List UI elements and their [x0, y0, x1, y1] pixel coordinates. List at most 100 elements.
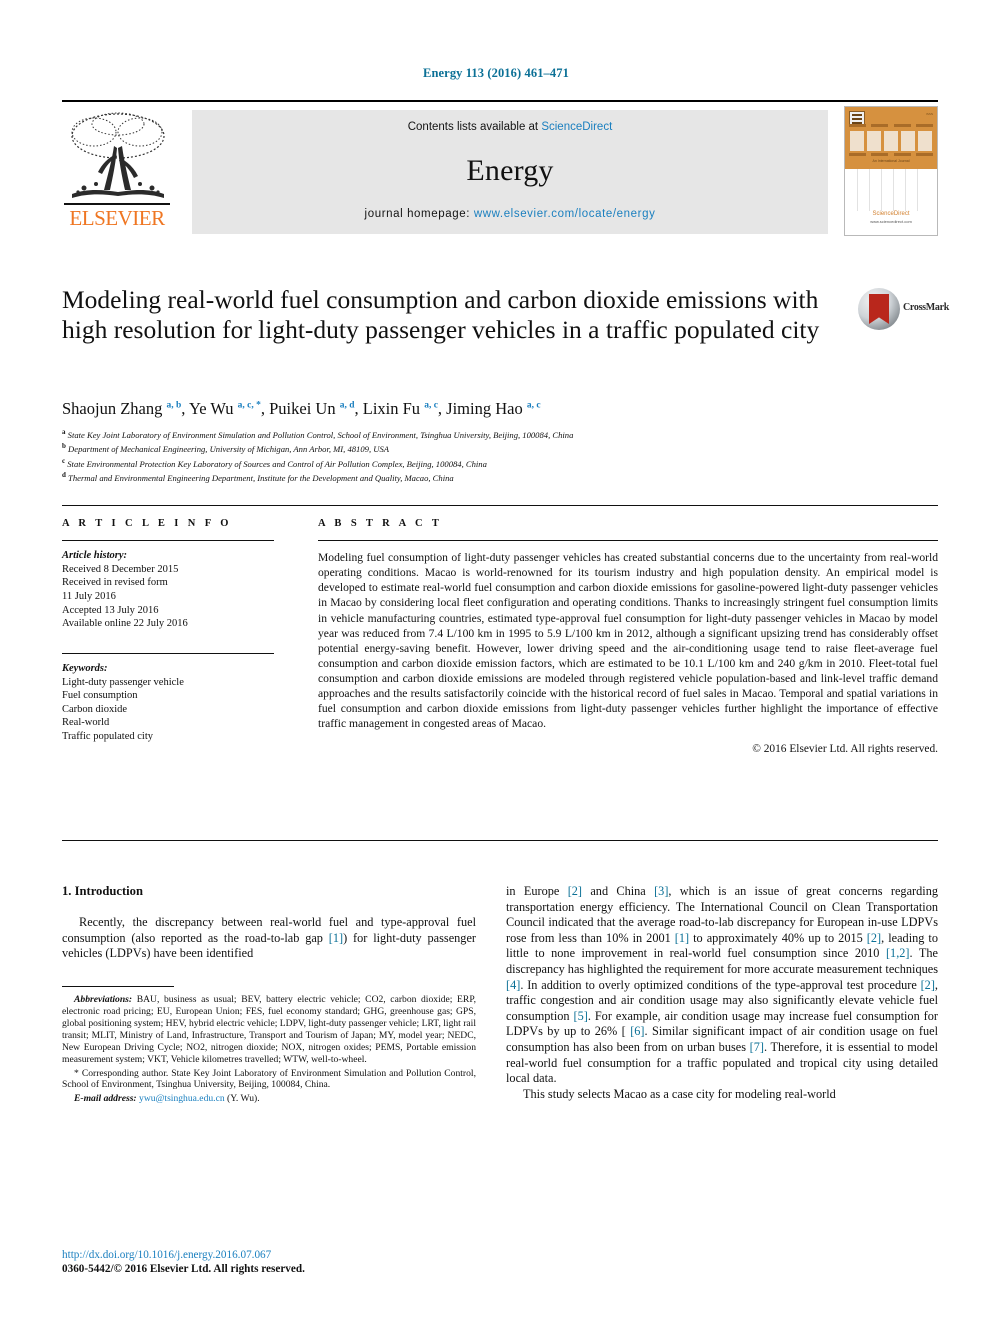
affiliation-marker: b [62, 442, 66, 451]
footnote-rule [62, 985, 174, 988]
keywords-rule [62, 652, 274, 654]
right-paragraph-2: This study selects Macao as a case city … [523, 1086, 836, 1101]
author-name: Puikei Un [269, 399, 340, 418]
paper-page: Energy 113 (2016) 461–471 ELSEVIER Conte… [0, 0, 992, 1323]
rp-s1: in Europe [506, 884, 568, 898]
article-info-heading: A R T I C L E I N F O [62, 518, 232, 529]
cover-stripes [845, 169, 937, 211]
keyword-item: Carbon dioxide [62, 703, 128, 715]
author-name: Lixin Fu [362, 399, 425, 418]
article-history-item: 11 July 2016 [62, 590, 116, 602]
cover-caption-row [849, 153, 933, 156]
body-column-right: in Europe [2] and China [3], which is an… [506, 884, 938, 1102]
citation-ref-6[interactable]: [6] [630, 1024, 644, 1038]
author-name: Ye Wu [188, 399, 238, 418]
abstract-heading: A B S T R A C T [318, 518, 443, 529]
author-affiliation-marker: a, c [424, 400, 438, 411]
affiliation-marker: a [62, 428, 66, 436]
citation-ref-5[interactable]: [5] [573, 1009, 587, 1023]
crossmark-label: CrossMark [903, 302, 950, 313]
affiliation-marker: c [62, 456, 66, 465]
article-info-column: A R T I C L E I N F O Article history: R… [62, 518, 274, 744]
cover-subtitle: An International Journal [872, 159, 910, 163]
issn-copyright: 0360-5442/© 2016 Elsevier Ltd. All right… [62, 1263, 305, 1275]
citation-ref-1[interactable]: [1] [329, 931, 343, 945]
email-suffix: (Y. Wu). [224, 1093, 260, 1105]
citation-ref-2[interactable]: [2] [568, 884, 582, 898]
article-history-items: Received 8 December 2015 Received in revi… [62, 563, 274, 631]
rp-s4: to approximately 40% up to 2015 [689, 930, 867, 945]
info-abstract-bottom-rule [62, 840, 938, 842]
citation-ref-2b[interactable]: [2] [867, 931, 881, 945]
rp-s7: . In addition to overly optimized condit… [520, 977, 921, 992]
keyword-item: Light-duty passenger vehicle [62, 676, 184, 688]
cover-sciencedirect-label: ScienceDirect [872, 211, 910, 217]
affiliation-item: a State Key Joint Laboratory of Environm… [62, 428, 574, 440]
info-abstract-top-rule [62, 505, 938, 507]
journal-cover-thumbnail: ISSN An International Journal ScienceDir… [844, 106, 938, 236]
citation-ref-2c[interactable]: [2] [921, 978, 935, 992]
journal-masthead: ELSEVIER Contents lists available at Sci… [62, 100, 938, 236]
author-name: Jiming Hao [446, 399, 527, 418]
footer-block: http://dx.doi.org/10.1016/j.energy.2016.… [62, 1249, 476, 1275]
abstract-text: Modeling fuel consumption of light-duty … [318, 551, 938, 731]
author-affiliation-marker: a, d [339, 400, 355, 411]
keyword-item: Real-world [62, 717, 110, 729]
homepage-line: journal homepage: www.elsevier.com/locat… [192, 208, 828, 220]
author-list: Shaojun Zhang a, b, Ye Wu a, c, *, Puike… [62, 399, 541, 418]
elsevier-rule [64, 203, 170, 205]
homepage-prefix: journal homepage: [364, 208, 474, 220]
cover-top-band: ISSN An International Journal [845, 107, 937, 169]
keyword-item: Traffic populated city [62, 730, 153, 742]
cover-header-row [849, 124, 933, 127]
doi-link[interactable]: http://dx.doi.org/10.1016/j.energy.2016.… [62, 1249, 476, 1261]
contents-prefix: Contents lists available at [407, 121, 542, 133]
article-history-item: Accepted 13 July 2016 [62, 604, 159, 616]
article-history-label: Article history: [62, 550, 128, 562]
corresponding-author-footnote: * Corresponding author. State Key Joint … [62, 1067, 476, 1091]
affiliation-list: a State Key Joint Laboratory of Environm… [62, 427, 862, 485]
keyword-item: Fuel consumption [62, 690, 138, 702]
cover-footer: ScienceDirect www.sciencedirect.com [845, 210, 937, 225]
sciencedirect-link[interactable]: ScienceDirect [541, 121, 612, 133]
keywords-label: Keywords: [62, 662, 108, 674]
article-info-rule [62, 540, 274, 542]
journal-title: Energy [466, 154, 554, 187]
section-heading-introduction: 1. Introduction [62, 884, 143, 898]
email-link[interactable]: ywu@tsinghua.edu.cn [139, 1093, 225, 1104]
cover-energy-wordmark [850, 131, 932, 151]
copyright-line: © 2016 Elsevier Ltd. All rights reserved… [752, 743, 938, 756]
author-affiliation-marker: a, c [526, 400, 541, 411]
article-history-item: Received 8 December 2015 [62, 563, 179, 575]
abstract-column: A B S T R A C T Modeling fuel consumptio… [318, 518, 938, 755]
cover-sciencedirect-url: www.sciencedirect.com [870, 219, 912, 224]
citation-ref-1-2[interactable]: [1,2] [886, 946, 910, 960]
crossmark-circle-icon [858, 288, 900, 330]
crossmark-badge[interactable]: CrossMark [858, 288, 949, 332]
citation-ref-3[interactable]: [3] [654, 884, 668, 898]
rp-s2: and China [582, 884, 655, 898]
article-history-item: Available online 22 July 2016 [62, 618, 188, 630]
citation-ref-7[interactable]: [7] [750, 1040, 764, 1054]
right-paragraph-1: in Europe [2] and China [3], which is an… [506, 884, 938, 1087]
affiliation-marker: d [62, 471, 66, 480]
affiliation-item: c State Environmental Protection Key Lab… [62, 456, 487, 469]
body-column-left: 1. Introduction Recently, the discrepanc… [62, 884, 476, 1105]
email-label: E-mail address: [74, 1093, 137, 1105]
author-affiliation-marker: a, b [166, 400, 182, 411]
abbreviations-label: Abbreviations: [74, 994, 133, 1006]
homepage-url-link[interactable]: www.elsevier.com/locate/energy [474, 208, 656, 220]
journal-banner: Contents lists available at ScienceDirec… [192, 110, 828, 234]
article-history-block: Article history: Received 8 December 201… [62, 549, 274, 631]
citation-ref-1b[interactable]: [1] [675, 931, 689, 945]
elsevier-tree-icon [64, 110, 172, 206]
elsevier-wordmark: ELSEVIER [69, 206, 165, 230]
crossmark-book-icon [869, 294, 889, 324]
keywords-block: Keywords: Light-duty passenger vehicle Fu… [62, 662, 274, 744]
abbreviations-footnote: Abbreviations: BAU, business as usual; B… [62, 994, 476, 1065]
affiliation-item: b Department of Mechanical Engineering, … [62, 442, 389, 455]
keywords-items: Light-duty passenger vehicle Fuel consump… [62, 676, 274, 744]
cover-issue-text: ISSN [925, 112, 933, 116]
citation-ref-4[interactable]: [4] [506, 978, 520, 992]
page-title: Modeling real-world fuel consumption and… [62, 285, 820, 344]
